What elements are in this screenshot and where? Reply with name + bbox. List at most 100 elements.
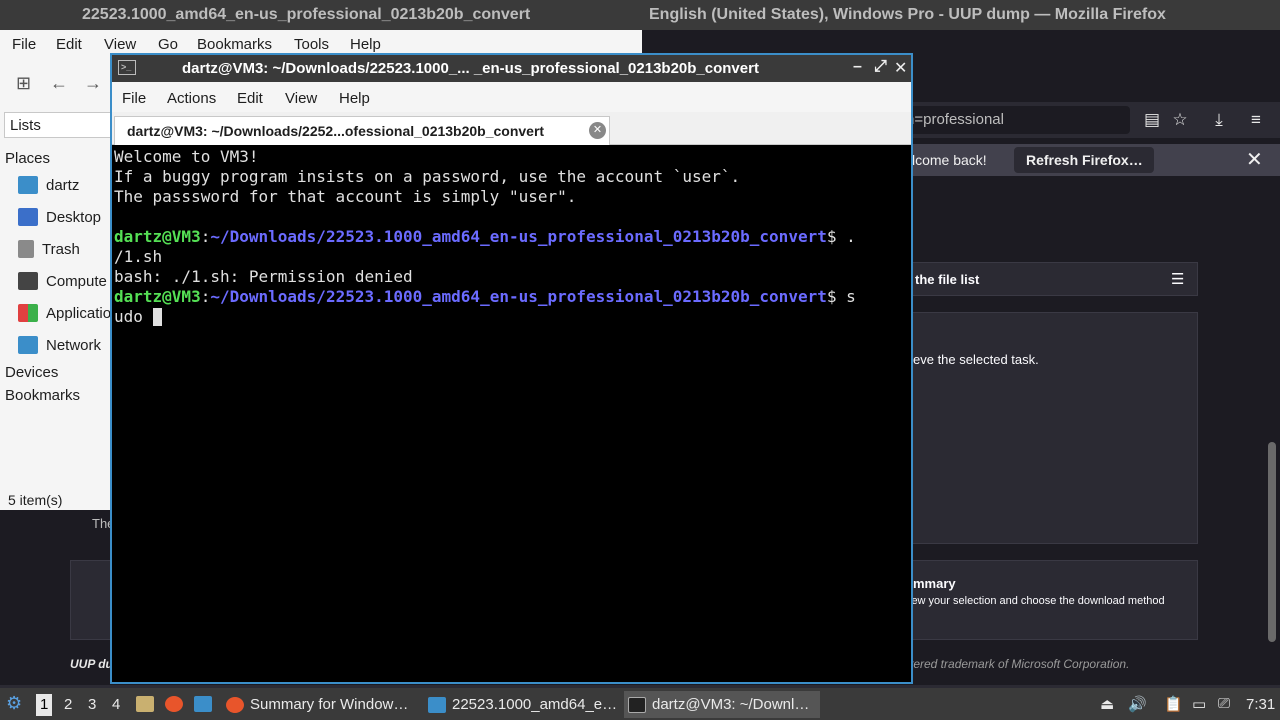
devices-header: Devices	[5, 364, 59, 381]
network-icon	[18, 336, 38, 354]
command-wrap-line: udo	[114, 307, 909, 327]
terminal-window: >_ dartz@VM3: ~/Downloads/22523.1000_...…	[110, 53, 913, 684]
task-file-manager[interactable]: 22523.1000_amd64_e…	[424, 691, 620, 718]
card-title: mmary	[913, 576, 956, 591]
window-title-bar: 22523.1000_amd64_en-us_professional_0213…	[0, 0, 1280, 30]
terminal-icon: >_	[118, 60, 136, 75]
firefox-title: English (United States), Windows Pro - U…	[649, 6, 1166, 23]
tab-label: dartz@VM3: ~/Downloads/2252...ofessional…	[127, 123, 545, 139]
place-dartz[interactable]: dartz	[18, 176, 79, 194]
close-icon[interactable]: ✕	[894, 58, 907, 78]
forward-arrow-icon[interactable]: →	[84, 73, 102, 94]
prompt-user: dartz@VM3	[114, 287, 201, 306]
volume-icon[interactable]: 🔊	[1128, 695, 1147, 713]
place-network[interactable]: Network	[18, 336, 101, 354]
hamburger-menu-icon[interactable]: ≡	[1246, 110, 1266, 130]
prompt-user: dartz@VM3	[114, 227, 201, 246]
start-menu-icon[interactable]: ⚙	[6, 693, 22, 714]
reader-view-icon[interactable]: ▤	[1142, 110, 1162, 130]
download-icon[interactable]: ⤓	[1209, 110, 1229, 130]
task-firefox[interactable]: Summary for Window…	[222, 691, 418, 718]
task-terminal[interactable]: dartz@VM3: ~/Downl…	[624, 691, 820, 718]
menu-help[interactable]: Help	[339, 90, 370, 107]
minimize-icon[interactable]: –	[853, 58, 862, 76]
prompt-path: ~/Downloads/22523.1000_amd64_en-us_profe…	[210, 287, 827, 306]
menu-edit[interactable]: Edit	[237, 90, 263, 107]
prompt-line: dartz@VM3:~/Downloads/22523.1000_amd64_e…	[114, 287, 856, 306]
maximize-icon[interactable]: ⤢	[874, 58, 887, 76]
uup-dump-footer: UUP du	[70, 657, 113, 671]
clock: 7:31	[1246, 696, 1276, 713]
terminal-menubar: File Actions Edit View Help	[112, 82, 911, 112]
home-folder-icon	[18, 176, 38, 194]
workspace-2[interactable]: 2	[64, 696, 72, 713]
terminal-title-bar[interactable]: >_ dartz@VM3: ~/Downloads/22523.1000_...…	[112, 55, 911, 82]
close-tab-icon[interactable]: ✕	[589, 122, 606, 139]
workspace-3[interactable]: 3	[88, 696, 96, 713]
menu-tools[interactable]: Tools	[294, 36, 329, 53]
bookmark-star-icon[interactable]: ☆	[1170, 110, 1190, 130]
error-line: bash: ./1.sh: Permission denied	[114, 267, 413, 286]
prompt-path: ~/Downloads/22523.1000_amd64_en-us_profe…	[210, 227, 827, 246]
clipboard-icon[interactable]: 📋	[1164, 695, 1183, 713]
side-pane: Places dartz Desktop Trash Compute Appli…	[0, 142, 120, 502]
applications-icon	[18, 304, 38, 322]
refresh-firefox-button[interactable]: Refresh Firefox…	[1014, 147, 1154, 173]
card-text: eve the selected task.	[913, 352, 1039, 367]
screen-icon[interactable]: ▭	[1192, 695, 1206, 713]
list-icon: ☰	[1171, 271, 1185, 288]
firefox-launcher-icon[interactable]	[165, 696, 183, 712]
welcome-line: If a buggy program insists on a password…	[114, 167, 741, 186]
terminal-output[interactable]: Welcome to VM3! If a buggy program insist…	[114, 147, 909, 682]
computer-icon	[18, 272, 38, 290]
terminal-tab-bar: dartz@VM3: ~/Downloads/2252...ofessional…	[112, 112, 911, 145]
file-manager-launcher-icon[interactable]	[136, 696, 154, 712]
menu-help[interactable]: Help	[350, 36, 381, 53]
close-icon[interactable]: ✕	[1246, 147, 1263, 172]
workspace-1[interactable]: 1	[36, 694, 53, 716]
firefox-icon	[226, 696, 244, 713]
card-title: the file list	[915, 272, 980, 287]
place-desktop[interactable]: Desktop	[18, 208, 101, 226]
terminal-tab[interactable]: dartz@VM3: ~/Downloads/2252...ofessional…	[114, 116, 610, 145]
network-tray-icon[interactable]: ⎚	[1218, 695, 1230, 712]
command-text: .	[836, 227, 856, 246]
menu-file[interactable]: File	[12, 36, 36, 53]
trash-icon	[18, 240, 34, 258]
terminal-icon	[628, 696, 646, 713]
welcome-line: Welcome to VM3!	[114, 147, 259, 166]
workspace-4[interactable]: 4	[112, 696, 120, 713]
prompt-line: dartz@VM3:~/Downloads/22523.1000_amd64_e…	[114, 227, 856, 246]
menu-view[interactable]: View	[285, 90, 317, 107]
status-bar: 5 item(s)	[8, 492, 63, 508]
text-cursor	[152, 308, 162, 326]
welcome-line: The passsword for that account is simply…	[114, 187, 577, 206]
menu-view[interactable]: View	[104, 36, 136, 53]
folder-launcher-icon[interactable]	[194, 696, 212, 712]
command-text: udo	[114, 307, 153, 326]
file-manager-title: 22523.1000_amd64_en-us_professional_0213…	[82, 6, 531, 23]
trademark-footer: tered trademark of Microsoft Corporation…	[910, 657, 1130, 671]
bookmarks-header: Bookmarks	[5, 387, 81, 404]
desktop-icon	[18, 208, 38, 226]
command-text: s	[836, 287, 856, 306]
command-wrap: /1.sh	[114, 247, 163, 266]
back-arrow-icon[interactable]: ←	[50, 73, 68, 94]
taskbar: ⚙ 1 2 3 4 Summary for Window… 22523.1000…	[0, 688, 1280, 720]
side-pane-selector[interactable]: Lists	[4, 112, 124, 138]
menu-actions[interactable]: Actions	[167, 90, 216, 107]
place-applications[interactable]: Applicatio	[18, 304, 111, 322]
eject-icon[interactable]: ⏏	[1100, 695, 1114, 713]
menu-file[interactable]: File	[122, 90, 146, 107]
new-tab-icon[interactable]: ⊞	[16, 73, 31, 94]
menu-go[interactable]: Go	[158, 36, 178, 53]
card-text: iew your selection and choose the downlo…	[909, 595, 1165, 607]
menu-edit[interactable]: Edit	[56, 36, 82, 53]
file-manager-toolbar: ⊞ ← →	[0, 64, 120, 104]
terminal-title: dartz@VM3: ~/Downloads/22523.1000_... _e…	[182, 60, 759, 77]
place-computer[interactable]: Compute	[18, 272, 107, 290]
scrollbar[interactable]	[1268, 442, 1276, 642]
place-trash[interactable]: Trash	[18, 240, 80, 258]
menu-bookmarks[interactable]: Bookmarks	[197, 36, 272, 53]
